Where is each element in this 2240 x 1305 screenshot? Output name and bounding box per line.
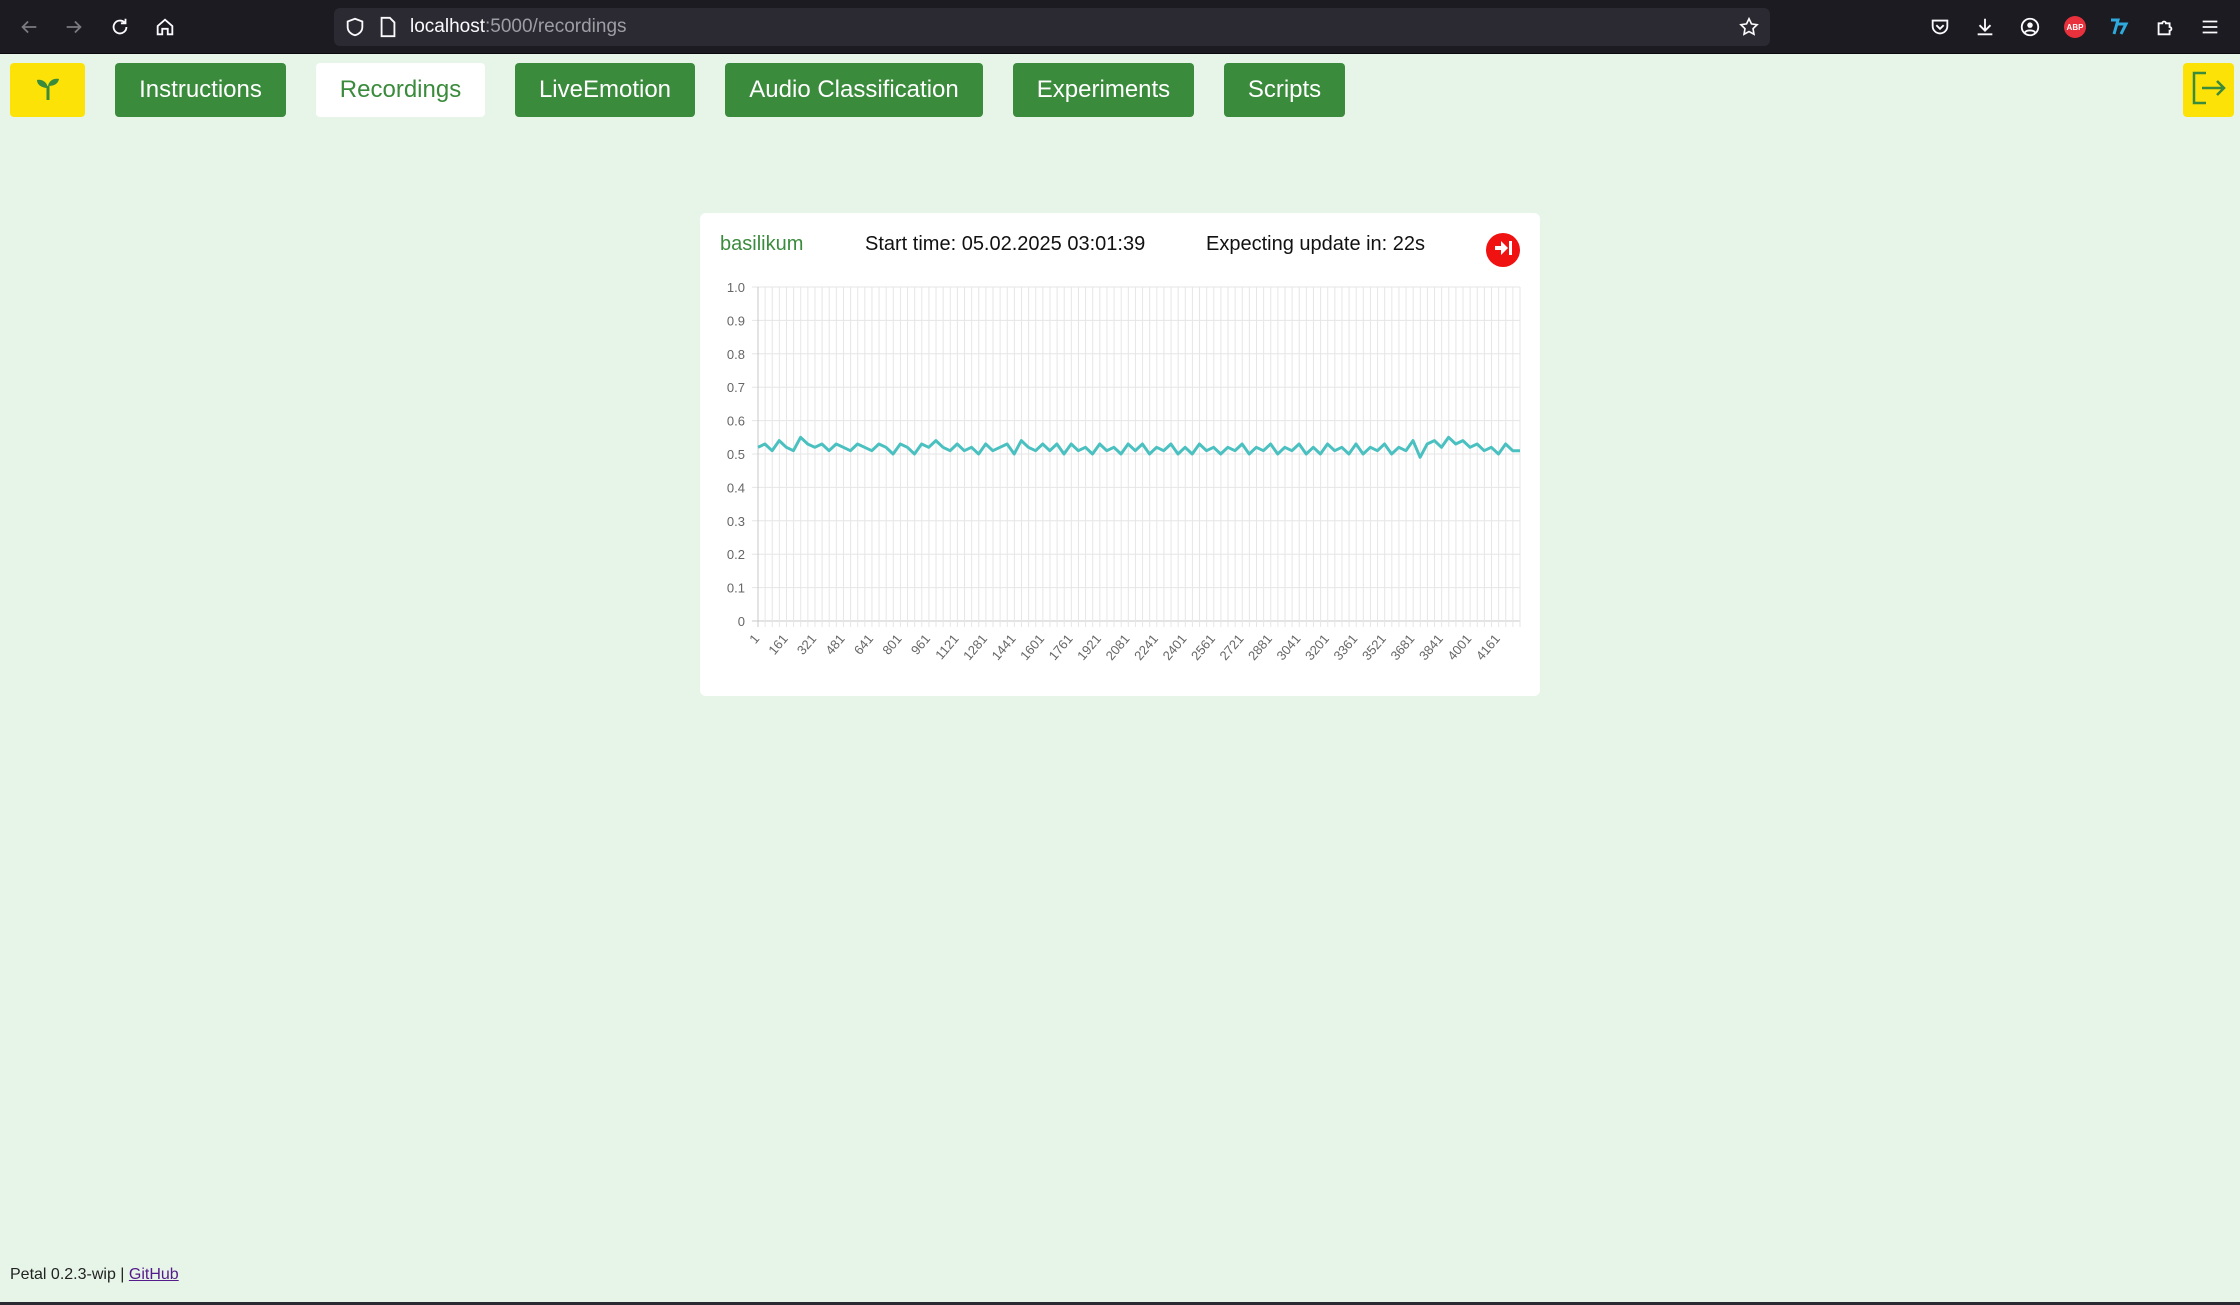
x-tick-label: 2561	[1188, 631, 1218, 663]
url-text[interactable]: localhost:5000/recordings	[410, 16, 627, 38]
x-tick-label: 3361	[1330, 631, 1360, 663]
x-tick-label: 2721	[1216, 631, 1246, 663]
x-tick-label: 4161	[1473, 631, 1503, 663]
pocket-icon[interactable]	[1926, 13, 1954, 41]
tab-liveemotion[interactable]: LiveEmotion	[515, 63, 695, 117]
y-tick-label: 0.4	[727, 480, 745, 495]
y-tick-label: 0.5	[727, 447, 745, 462]
y-tick-label: 0.7	[727, 380, 745, 395]
x-tick-label: 1441	[989, 631, 1019, 663]
y-tick-label: 0.6	[727, 414, 745, 429]
x-tick-label: 1121	[932, 631, 961, 662]
x-tick-label: 801	[879, 631, 904, 657]
x-tick-label: 3681	[1387, 631, 1417, 663]
tab-audio-classification[interactable]: Audio Classification	[725, 63, 983, 117]
x-tick-label: 2401	[1160, 631, 1190, 663]
x-tick-label: 4001	[1444, 631, 1474, 663]
recording-card: basilikum Start time: 05.02.2025 03:01:3…	[700, 213, 1540, 696]
x-tick-label: 2241	[1131, 631, 1161, 663]
adblock-badge: ABP	[2064, 16, 2086, 38]
sprout-icon	[35, 74, 61, 107]
x-tick-label: 2081	[1103, 631, 1133, 663]
back-arrow-icon[interactable]	[12, 10, 46, 44]
home-icon[interactable]	[148, 10, 182, 44]
browser-toolbar: localhost:5000/recordings ABP	[0, 0, 2240, 54]
reload-icon[interactable]	[103, 10, 137, 44]
recording-chart: 0 0.1 0.2 0.3 0.4 0.5 0.6 0.7 0.8 0.9 1.0 1 161 321 48…	[727, 280, 1521, 663]
x-tick-label: 1761	[1046, 631, 1076, 663]
tab-experiments[interactable]: Experiments	[1013, 63, 1194, 117]
y-tick-label: 0.2	[727, 547, 745, 562]
logout-button[interactable]	[2183, 63, 2234, 117]
x-tick-label: 3521	[1359, 631, 1389, 663]
menu-icon[interactable]	[2196, 13, 2224, 41]
x-tick-label: 641	[851, 631, 876, 657]
x-tick-label: 1	[746, 631, 762, 646]
logout-icon	[2190, 69, 2228, 112]
home-button[interactable]	[10, 63, 85, 117]
y-tick-label: 0	[738, 614, 745, 629]
y-tick-label: 1.0	[727, 280, 745, 295]
x-tick-label: 321	[794, 631, 819, 657]
y-tick-label: 0.9	[727, 313, 745, 328]
puzzle-icon[interactable]	[2151, 13, 2179, 41]
page-icon	[378, 16, 398, 43]
adblock-icon[interactable]: ABP	[2061, 13, 2089, 41]
bookmark-star-icon[interactable]	[1738, 16, 1760, 43]
x-tick-label: 1281	[960, 631, 990, 663]
account-icon[interactable]	[2016, 13, 2044, 41]
shield-icon[interactable]	[344, 16, 366, 43]
forward-arrow-icon[interactable]	[57, 10, 91, 44]
github-link[interactable]: GitHub	[129, 1266, 179, 1283]
x-tick-label: 961	[908, 631, 933, 657]
x-tick-label: 2881	[1245, 631, 1275, 663]
extension-icon[interactable]	[2106, 13, 2134, 41]
footer: Petal 0.2.3-wip | GitHub	[10, 1266, 179, 1284]
x-tick-label: 3841	[1416, 631, 1446, 663]
version-text: Petal 0.2.3-wip |	[10, 1266, 129, 1283]
download-icon[interactable]	[1971, 13, 1999, 41]
x-tick-label: 3041	[1273, 631, 1303, 663]
x-tick-label: 3201	[1302, 631, 1332, 663]
y-tick-label: 0.1	[727, 581, 745, 596]
url-bar[interactable]: localhost:5000/recordings	[334, 8, 1770, 46]
x-tick-label: 481	[822, 631, 847, 657]
y-tick-label: 0.8	[727, 347, 745, 362]
tab-recordings[interactable]: Recordings	[316, 63, 485, 117]
x-tick-label: 161	[765, 631, 790, 657]
x-tick-label: 1601	[1017, 631, 1047, 663]
tab-scripts[interactable]: Scripts	[1224, 63, 1345, 117]
y-tick-label: 0.3	[727, 514, 745, 529]
tab-instructions[interactable]: Instructions	[115, 63, 286, 117]
x-tick-label: 1921	[1074, 631, 1104, 663]
